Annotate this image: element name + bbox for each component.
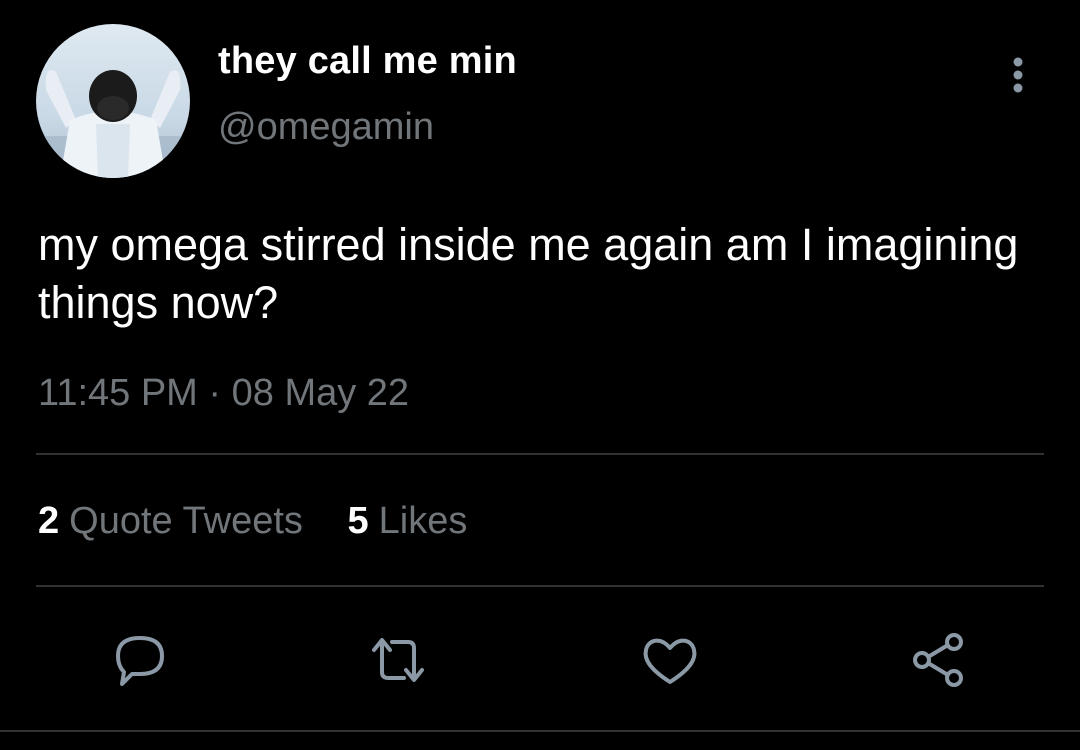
more-options-button[interactable] (1000, 54, 1036, 96)
handle[interactable]: @omegamin (218, 106, 434, 149)
tweet-detail: they call me min @omegamin my omega stir… (0, 0, 1080, 750)
avatar[interactable] (36, 24, 190, 178)
tweet-text: my omega stirred inside me again am I im… (38, 219, 1019, 328)
more-vertical-icon (1013, 57, 1023, 93)
tweet-stats: 2 Quote Tweets 5 Likes (38, 500, 501, 543)
reply-button[interactable] (108, 628, 172, 692)
share-button[interactable] (906, 628, 970, 692)
retweet-icon (372, 638, 424, 682)
display-name[interactable]: they call me min (218, 40, 517, 83)
quote-tweets-label: Quote Tweets (69, 500, 303, 542)
divider (36, 585, 1044, 587)
heart-icon (643, 638, 697, 684)
avatar-image (36, 24, 190, 178)
timestamp-separator: · (208, 372, 222, 414)
divider (0, 730, 1080, 732)
likes-count: 5 (347, 500, 369, 542)
tweet-date: 08 May 22 (231, 372, 410, 414)
like-button[interactable] (638, 628, 702, 692)
likes-label: Likes (378, 500, 468, 542)
tweet-time: 11:45 PM (38, 372, 198, 414)
quote-tweets-count: 2 (38, 500, 60, 542)
reply-icon (116, 636, 164, 686)
likes-stat[interactable]: 5 Likes (347, 500, 467, 543)
retweet-button[interactable] (366, 628, 430, 692)
tweet-timestamp[interactable]: 11:45 PM · 08 May 22 (38, 372, 409, 415)
share-icon (913, 633, 963, 687)
quote-tweets-stat[interactable]: 2 Quote Tweets (38, 500, 303, 543)
divider (36, 453, 1044, 455)
